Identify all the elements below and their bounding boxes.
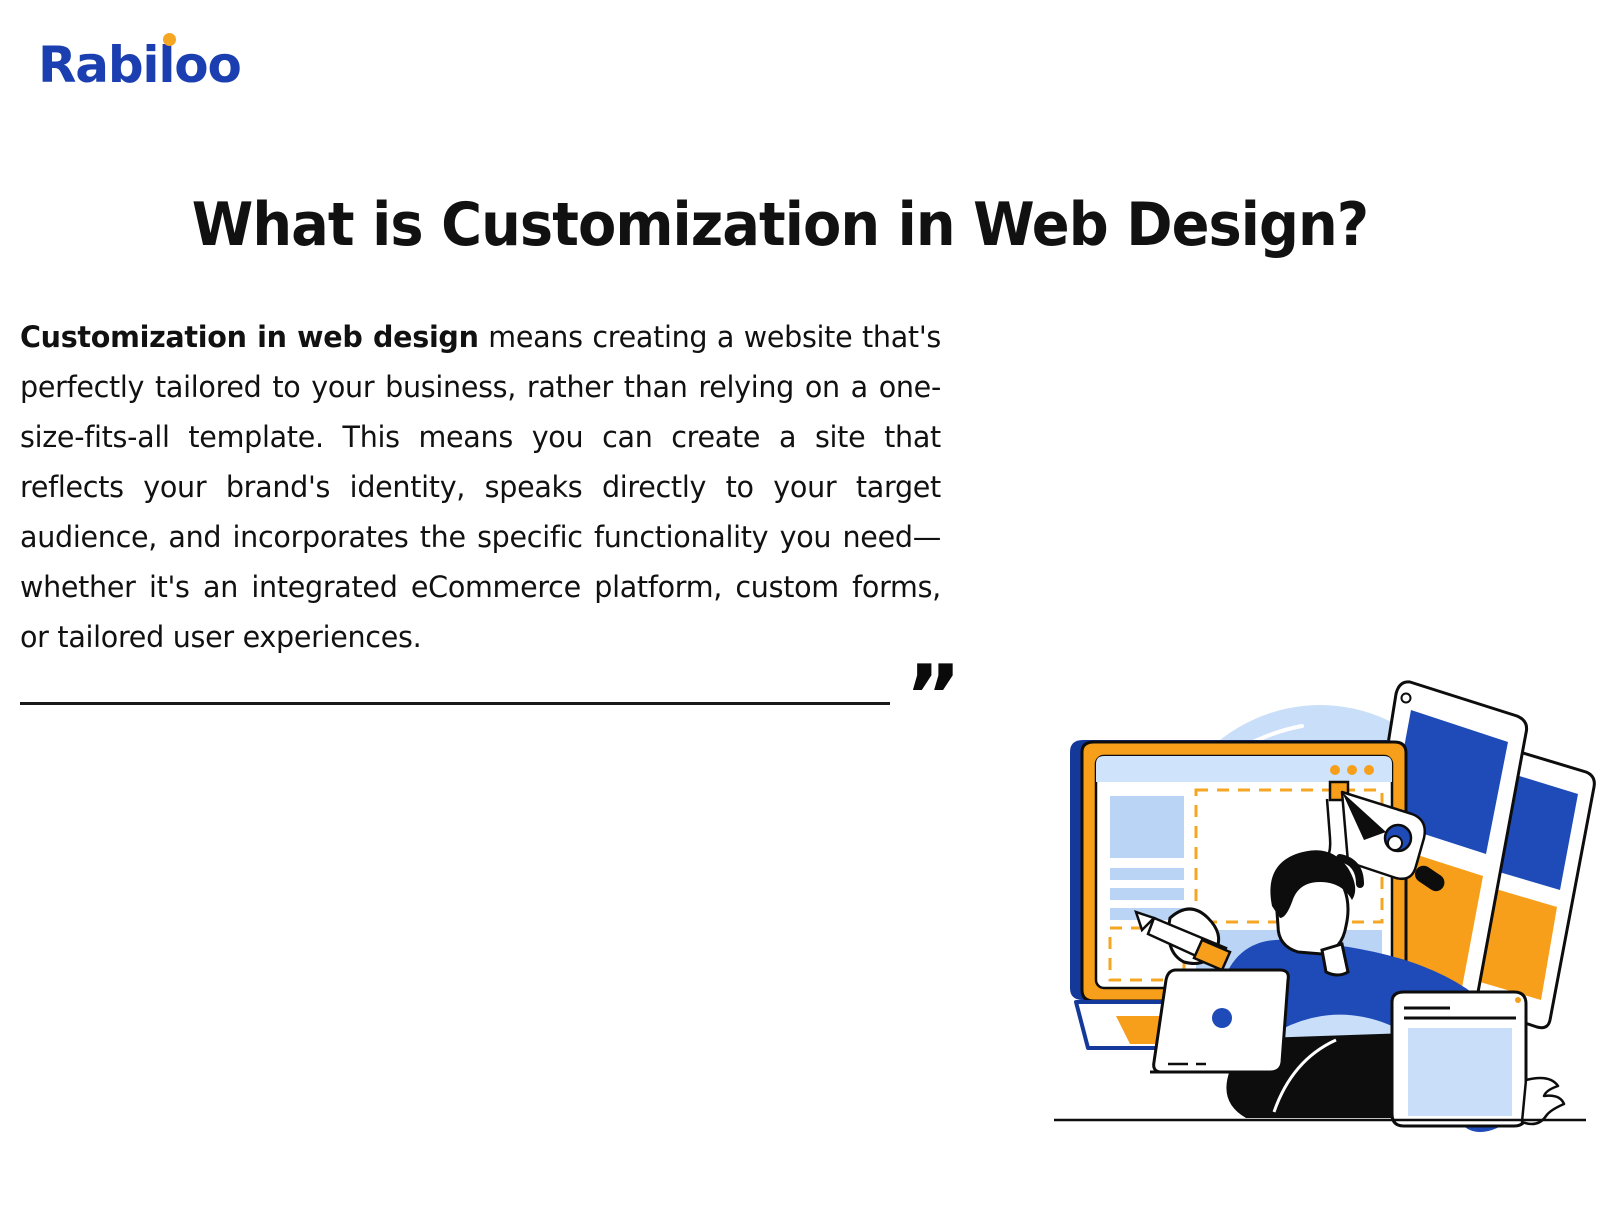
divider (20, 702, 890, 705)
close-quote-icon: ” (905, 647, 962, 747)
brand-logo-text: Rabiloo (38, 36, 242, 94)
quote-body-text: means creating a website that's perfectl… (20, 320, 941, 654)
page-title: What is Customization in Web Design? (191, 190, 1369, 261)
quote-footer-row: ” (20, 654, 962, 740)
brand-logo[interactable]: Rabiloo (38, 33, 242, 96)
quote-paragraph: Customization in web design means creati… (20, 312, 941, 662)
quote-lead-bold: Customization in web design (20, 320, 479, 354)
quote-block: Customization in web design means creati… (20, 312, 962, 740)
laptop (1150, 968, 1292, 1074)
logo-accent-dot-icon (163, 33, 176, 46)
window-dots (1330, 765, 1374, 775)
web-design-workspace-illustration (1030, 600, 1610, 1160)
